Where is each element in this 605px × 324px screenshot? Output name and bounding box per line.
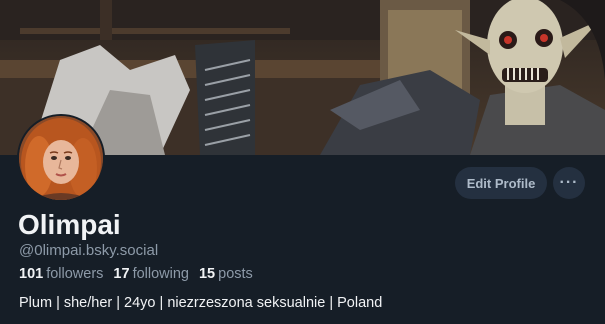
following-count: 17 xyxy=(113,266,130,282)
edit-profile-label: Edit Profile xyxy=(466,175,536,191)
profile-bio: Plum | she/her | 24yo | niezrzeszona sek… xyxy=(19,295,383,311)
more-options-button[interactable]: ··· xyxy=(553,167,585,199)
followers-label: followers xyxy=(46,266,104,282)
profile-stats: 101 followers 17 following 15 posts xyxy=(19,265,253,283)
posts-stat: 15 posts xyxy=(199,265,253,283)
followers-link[interactable]: 101 followers xyxy=(19,265,103,283)
followers-count: 101 xyxy=(19,266,44,282)
posts-label: posts xyxy=(218,266,253,282)
edit-profile-button[interactable]: Edit Profile xyxy=(455,167,547,199)
following-link[interactable]: 17 following xyxy=(113,265,189,283)
more-horizontal-icon: ··· xyxy=(559,174,579,191)
display-name: Olimpai xyxy=(18,209,121,240)
profile-handle: @0limpai.bsky.social xyxy=(19,242,159,259)
following-label: following xyxy=(132,266,189,282)
avatar[interactable] xyxy=(17,114,105,202)
posts-count: 15 xyxy=(198,266,216,282)
